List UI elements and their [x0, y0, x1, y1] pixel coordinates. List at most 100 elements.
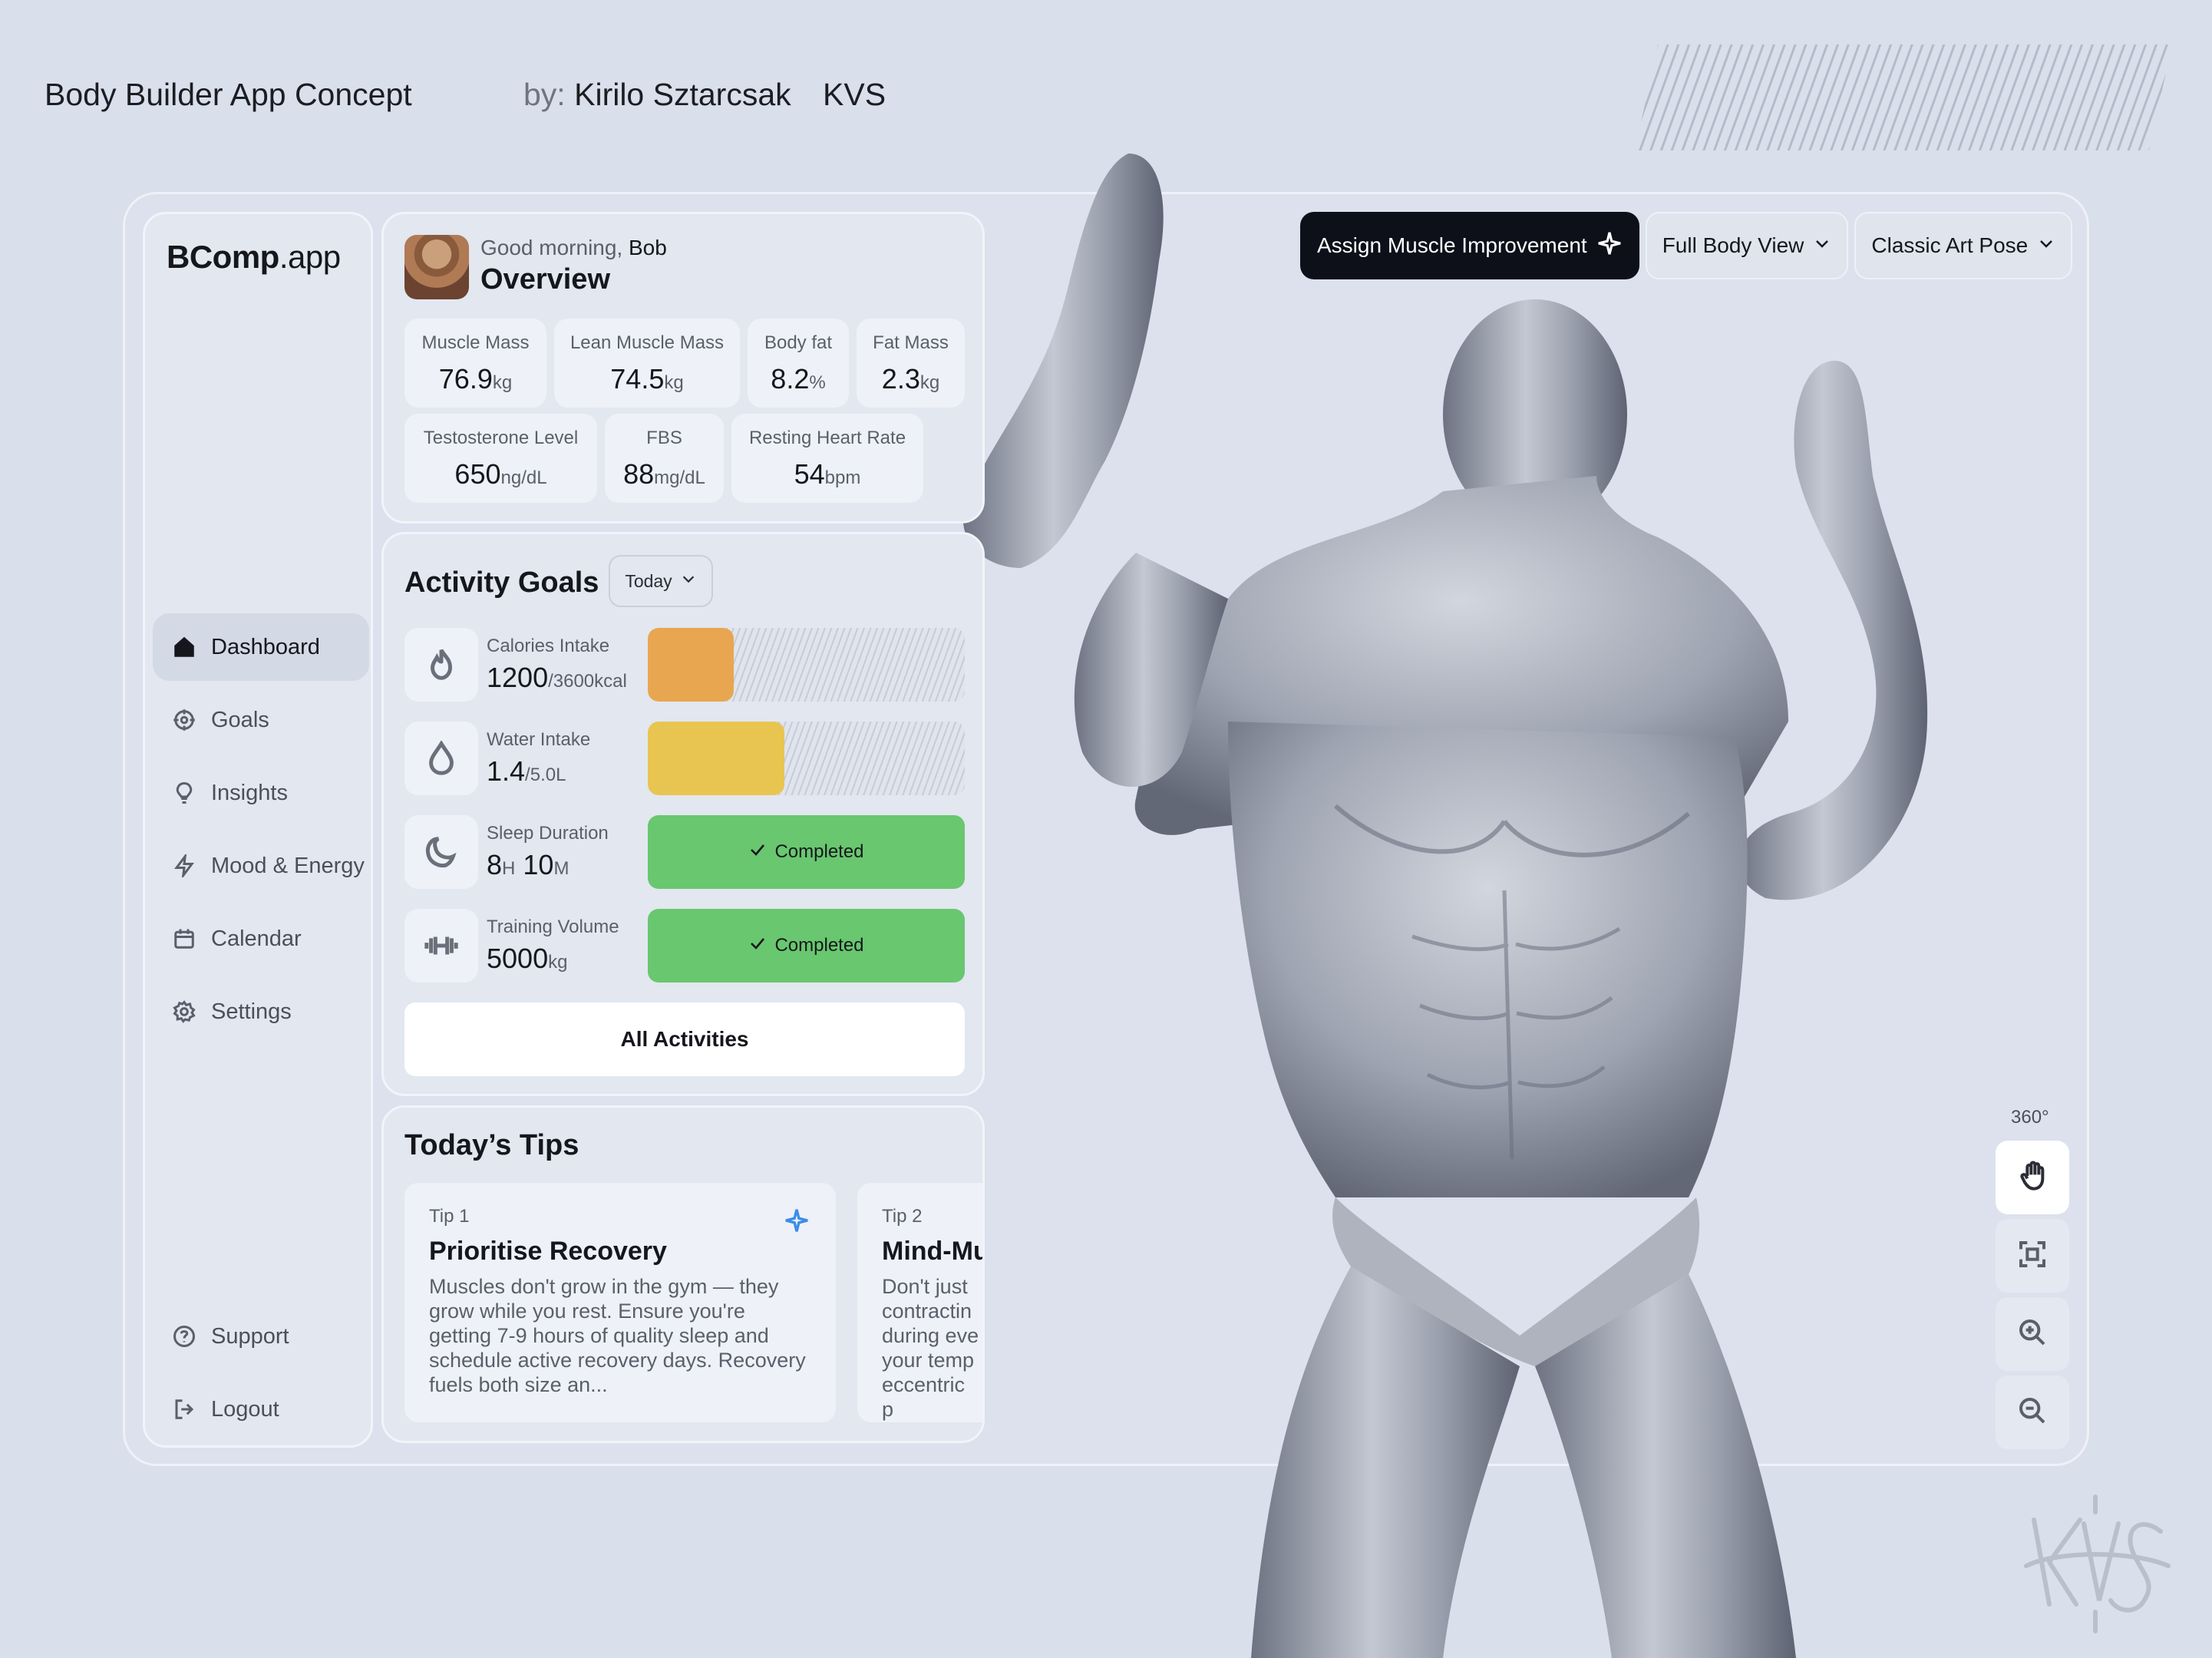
stat-unit: mg/dL — [654, 467, 705, 488]
sidebar-item-logout[interactable]: Logout — [153, 1376, 369, 1443]
check-icon — [748, 841, 767, 864]
user-name: Bob — [629, 236, 667, 259]
sidebar-item-insights[interactable]: Insights — [153, 759, 369, 827]
stat-unit: kg — [492, 372, 513, 393]
activity-row-water[interactable]: Water Intake 1.4/5.0L — [404, 722, 965, 795]
moon-icon — [404, 815, 478, 889]
droplet-icon — [404, 722, 478, 795]
zoom-in-button[interactable] — [1996, 1297, 2069, 1371]
body-model-viewer[interactable] — [906, 138, 1934, 1658]
gear-icon — [171, 999, 197, 1025]
tip-title: Prioritise Recovery — [429, 1237, 667, 1266]
activity-title: Activity Goals — [404, 566, 599, 599]
sidebar-item-label: Goals — [211, 707, 269, 732]
period-dropdown[interactable]: Today — [609, 555, 713, 607]
all-activities-button[interactable]: All Activities — [404, 1002, 965, 1076]
activity-label: Sleep Duration — [487, 823, 609, 844]
pose-dropdown[interactable]: Classic Art Pose — [1854, 212, 2073, 279]
stat-unit: ng/dL — [500, 467, 547, 488]
sidebar-item-label: Support — [211, 1323, 289, 1349]
home-icon — [171, 634, 197, 660]
sidebar-item-label: Dashboard — [211, 634, 320, 659]
stat-fat-mass: Fat Mass 2.3kg — [857, 319, 965, 408]
stat-value: 74.5kg — [554, 363, 740, 395]
water-progress-bar — [648, 722, 965, 795]
tip-number: Tip 1 — [429, 1206, 470, 1227]
concept-title: Body Builder App Concept — [45, 77, 412, 112]
stat-unit: % — [809, 372, 826, 393]
stat-testosterone: Testosterone Level 650ng/dL — [404, 414, 597, 503]
view-label: Full Body View — [1662, 233, 1804, 257]
activity-number: 8 — [487, 849, 503, 880]
stat-value: 2.3kg — [857, 363, 965, 395]
pan-tool-button[interactable] — [1996, 1141, 2069, 1214]
pose-label: Classic Art Pose — [1871, 233, 2029, 257]
assign-label: Assign Muscle Improvement — [1317, 233, 1587, 257]
sidebar-item-goals[interactable]: Goals — [153, 686, 369, 754]
activity-unit: /3600kcal — [548, 671, 627, 692]
overview-card: Good morning, Bob Overview Muscle Mass 7… — [381, 212, 985, 523]
fit-view-button[interactable] — [1996, 1219, 2069, 1293]
activity-unit: M — [553, 858, 570, 879]
lightning-icon — [171, 853, 197, 879]
sidebar-item-mood-energy[interactable]: Mood & Energy — [153, 832, 369, 900]
activity-label: Calories Intake — [487, 636, 610, 656]
flame-icon — [404, 628, 478, 702]
tip-body: Don't just contractin during eve your te… — [882, 1275, 979, 1421]
overview-title: Overview — [480, 263, 610, 296]
chevron-down-icon — [2037, 233, 2055, 258]
progress-fill — [648, 628, 734, 702]
period-label: Today — [625, 570, 672, 591]
tip-card[interactable]: Tip 2 Mind-Mu Don't just contractin duri… — [857, 1183, 982, 1422]
stat-value: 88mg/dL — [605, 458, 724, 490]
activity-label: Training Volume — [487, 917, 619, 937]
stat-muscle-mass: Muscle Mass 76.9kg — [404, 319, 546, 408]
hatch-decoration — [1635, 45, 2172, 150]
help-circle-icon — [171, 1323, 197, 1349]
author-name: Kirilo Sztarcsak — [574, 77, 791, 112]
sparkle-icon — [1596, 230, 1623, 262]
greeting-text: Good morning, — [480, 236, 623, 259]
sidebar-item-dashboard[interactable]: Dashboard — [153, 613, 369, 681]
frame-icon — [2017, 1239, 2048, 1273]
kvs-logo-emblem — [2019, 1489, 2172, 1635]
sidebar-item-settings[interactable]: Settings — [153, 978, 369, 1045]
sidebar-item-label: Insights — [211, 780, 288, 805]
sleep-status-completed: Completed — [648, 815, 965, 889]
sidebar-item-label: Settings — [211, 999, 292, 1024]
stat-number: 8.2 — [771, 363, 810, 395]
stat-label: Body fat — [764, 332, 833, 353]
activity-number: 10 — [523, 849, 554, 880]
logout-icon — [171, 1396, 197, 1422]
view-dropdown[interactable]: Full Body View — [1645, 212, 1849, 279]
calories-progress-bar — [648, 628, 965, 702]
sidebar-item-calendar[interactable]: Calendar — [153, 905, 369, 973]
activity-number: 1200 — [487, 662, 549, 693]
activity-row-calories[interactable]: Calories Intake 1200/3600kcal — [404, 628, 965, 702]
tip-body: Muscles don't grow in the gym — they gro… — [429, 1275, 806, 1396]
sidebar-item-label: Logout — [211, 1396, 279, 1422]
sparkle-icon — [784, 1207, 810, 1234]
tip-card[interactable]: Tip 1 Prioritise Recovery Muscles don't … — [404, 1183, 836, 1422]
activity-row-training[interactable]: Training Volume 5000kg Completed — [404, 909, 965, 983]
zoom-out-icon — [2017, 1395, 2048, 1430]
sidebar-item-support[interactable]: Support — [153, 1303, 369, 1370]
activity-row-sleep[interactable]: Sleep Duration 8H 10M Completed — [404, 815, 965, 889]
assign-muscle-improvement-button[interactable]: Assign Muscle Improvement — [1300, 212, 1639, 279]
status-label: Completed — [774, 935, 864, 956]
muscle-figure-illustration — [962, 154, 1928, 1658]
tips-title: Today’s Tips — [404, 1129, 579, 1161]
stat-unit: bpm — [824, 467, 861, 488]
author-prefix: by: — [523, 77, 566, 112]
activity-value: 1200/3600kcal — [487, 662, 627, 694]
sidebar: BComp.app Dashboard Goals Insights Mood … — [143, 212, 373, 1448]
logo-bold: BComp — [167, 239, 279, 275]
avatar[interactable] — [404, 235, 469, 299]
viewer-toolbar: Assign Muscle Improvement Full Body View… — [1300, 212, 2073, 279]
status-label: Completed — [774, 841, 864, 862]
activity-value: 8H 10M — [487, 849, 569, 881]
zoom-out-button[interactable] — [1996, 1376, 2069, 1449]
stat-label: Testosterone Level — [423, 428, 579, 448]
rotation-label: 360° — [2011, 1107, 2049, 1128]
app-logo[interactable]: BComp.app — [167, 239, 341, 276]
